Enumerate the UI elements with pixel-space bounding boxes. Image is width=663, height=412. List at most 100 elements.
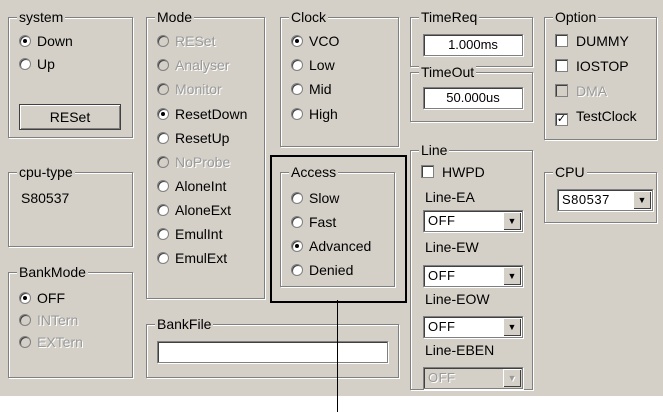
time-req-input[interactable]: 1.000ms bbox=[423, 34, 523, 56]
radio-clock-low[interactable]: Low bbox=[291, 56, 335, 74]
option-legend: Option bbox=[553, 9, 599, 25]
clock-legend: Clock bbox=[289, 9, 329, 25]
checkbox-icon bbox=[555, 34, 568, 47]
checkbox-icon bbox=[555, 59, 568, 72]
mode-group: Mode RESet Analyser Monitor ResetDown Re… bbox=[146, 9, 265, 299]
checkbox-label: IOSTOP bbox=[576, 58, 629, 74]
radio-system-down[interactable]: Down bbox=[19, 32, 73, 50]
radio-mode-monitor[interactable]: Monitor bbox=[157, 80, 222, 98]
iostop-checkbox[interactable]: IOSTOP bbox=[555, 57, 629, 75]
line-eben-select[interactable]: OFF ▼ bbox=[423, 367, 523, 389]
hwpd-checkbox[interactable]: HWPD bbox=[421, 163, 485, 181]
checkbox-label: DMA bbox=[576, 83, 608, 99]
radio-mode-reset[interactable]: RESet bbox=[157, 32, 215, 50]
radio-label: INTern bbox=[37, 312, 79, 328]
radio-label: ResetUp bbox=[175, 130, 230, 146]
checkbox-icon bbox=[555, 84, 568, 97]
radio-icon bbox=[157, 35, 169, 47]
radio-mode-noprobe[interactable]: NoProbe bbox=[157, 153, 230, 171]
system-group: system Down Up RESet bbox=[8, 9, 133, 138]
radio-icon bbox=[157, 132, 169, 144]
radio-label: Mid bbox=[309, 81, 332, 97]
time-out-input[interactable]: 50.000us bbox=[423, 87, 523, 109]
radio-bankmode-intern[interactable]: INTern bbox=[19, 311, 78, 329]
radio-mode-aloneext[interactable]: AloneExt bbox=[157, 201, 231, 219]
bank-file-legend: BankFile bbox=[155, 316, 214, 332]
radio-label: EXTern bbox=[37, 334, 83, 350]
time-out-legend: TimeOut bbox=[419, 64, 477, 80]
reset-button[interactable]: RESet bbox=[19, 104, 121, 130]
chevron-down-icon[interactable]: ▼ bbox=[503, 267, 521, 285]
line-ea-select[interactable]: OFF ▼ bbox=[423, 210, 523, 232]
chevron-down-icon[interactable]: ▼ bbox=[633, 191, 651, 209]
radio-mode-emulint[interactable]: EmulInt bbox=[157, 225, 222, 243]
bank-file-input[interactable] bbox=[157, 341, 388, 363]
radio-icon bbox=[19, 314, 31, 326]
cpu-select[interactable]: S80537 ▼ bbox=[557, 189, 653, 211]
settings-panel: system Down Up RESet cpu-type S80537 Ban… bbox=[0, 0, 663, 396]
cpu-legend: CPU bbox=[553, 164, 587, 180]
bank-mode-group: BankMode OFF INTern EXTern bbox=[8, 264, 133, 378]
radio-label: EmulExt bbox=[175, 250, 228, 266]
cpu-group: CPU S80537 ▼ bbox=[544, 164, 657, 223]
radio-icon bbox=[19, 58, 31, 70]
bank-file-group: BankFile bbox=[146, 316, 399, 378]
clock-group: Clock VCO Low Mid High bbox=[280, 9, 399, 147]
radio-selected-icon bbox=[19, 35, 31, 47]
access-callout-box bbox=[270, 155, 407, 303]
radio-mode-emulext[interactable]: EmulExt bbox=[157, 249, 227, 267]
radio-icon bbox=[157, 83, 169, 95]
dma-checkbox[interactable]: DMA bbox=[555, 82, 607, 100]
radio-mode-aloneint[interactable]: AloneInt bbox=[157, 177, 226, 195]
time-out-group: TimeOut 50.000us bbox=[410, 64, 533, 122]
radio-label: Low bbox=[309, 57, 335, 73]
radio-label: Down bbox=[37, 33, 73, 49]
radio-icon bbox=[157, 252, 169, 264]
time-req-legend: TimeReq bbox=[419, 9, 480, 25]
dummy-checkbox[interactable]: DUMMY bbox=[555, 32, 629, 50]
system-legend: system bbox=[17, 9, 66, 25]
radio-icon bbox=[291, 59, 303, 71]
line-ea-label: Line-EA bbox=[425, 189, 475, 205]
radio-icon bbox=[291, 108, 303, 120]
line-ew-label: Line-EW bbox=[425, 239, 479, 255]
checkmark-icon: ✓ bbox=[555, 113, 568, 126]
line-group: Line HWPD Line-EA OFF ▼ Line-EW OFF ▼ Li… bbox=[410, 142, 533, 390]
bank-mode-legend: BankMode bbox=[17, 264, 88, 280]
line-eow-select[interactable]: OFF ▼ bbox=[423, 316, 523, 338]
line-eben-label: Line-EBEN bbox=[425, 342, 495, 358]
radio-label: VCO bbox=[309, 33, 340, 49]
checkbox-label: HWPD bbox=[442, 164, 485, 180]
radio-icon bbox=[157, 180, 169, 192]
mode-legend: Mode bbox=[155, 9, 195, 25]
chevron-down-icon[interactable]: ▼ bbox=[503, 212, 521, 230]
radio-selected-icon bbox=[291, 35, 303, 47]
chevron-down-icon[interactable]: ▼ bbox=[503, 369, 521, 387]
radio-label: AloneExt bbox=[175, 202, 232, 218]
radio-mode-analyser[interactable]: Analyser bbox=[157, 56, 229, 74]
checkbox-label: TestClock bbox=[576, 108, 637, 124]
radio-system-up[interactable]: Up bbox=[19, 55, 55, 73]
radio-mode-resetdown[interactable]: ResetDown bbox=[157, 105, 247, 123]
radio-icon bbox=[291, 83, 303, 95]
radio-clock-vco[interactable]: VCO bbox=[291, 32, 339, 50]
radio-label: High bbox=[309, 106, 338, 122]
option-group: Option DUMMY IOSTOP DMA ✓ TestClock bbox=[544, 9, 657, 140]
radio-clock-mid[interactable]: Mid bbox=[291, 80, 332, 98]
radio-mode-resetup[interactable]: ResetUp bbox=[157, 129, 229, 147]
select-value: OFF bbox=[428, 319, 456, 334]
radio-label: Up bbox=[37, 56, 55, 72]
radio-icon bbox=[157, 59, 169, 71]
cpu-type-value: S80537 bbox=[21, 190, 70, 206]
testclock-checkbox[interactable]: ✓ TestClock bbox=[555, 107, 637, 126]
line-legend: Line bbox=[419, 142, 450, 158]
select-value: S80537 bbox=[562, 192, 610, 207]
radio-bankmode-extern[interactable]: EXTern bbox=[19, 333, 83, 351]
radio-clock-high[interactable]: High bbox=[291, 105, 338, 123]
radio-icon bbox=[157, 204, 169, 216]
radio-label: RESet bbox=[175, 33, 216, 49]
radio-bankmode-off[interactable]: OFF bbox=[19, 289, 65, 307]
line-ew-select[interactable]: OFF ▼ bbox=[423, 265, 523, 287]
radio-icon bbox=[157, 228, 169, 240]
chevron-down-icon[interactable]: ▼ bbox=[503, 318, 521, 336]
